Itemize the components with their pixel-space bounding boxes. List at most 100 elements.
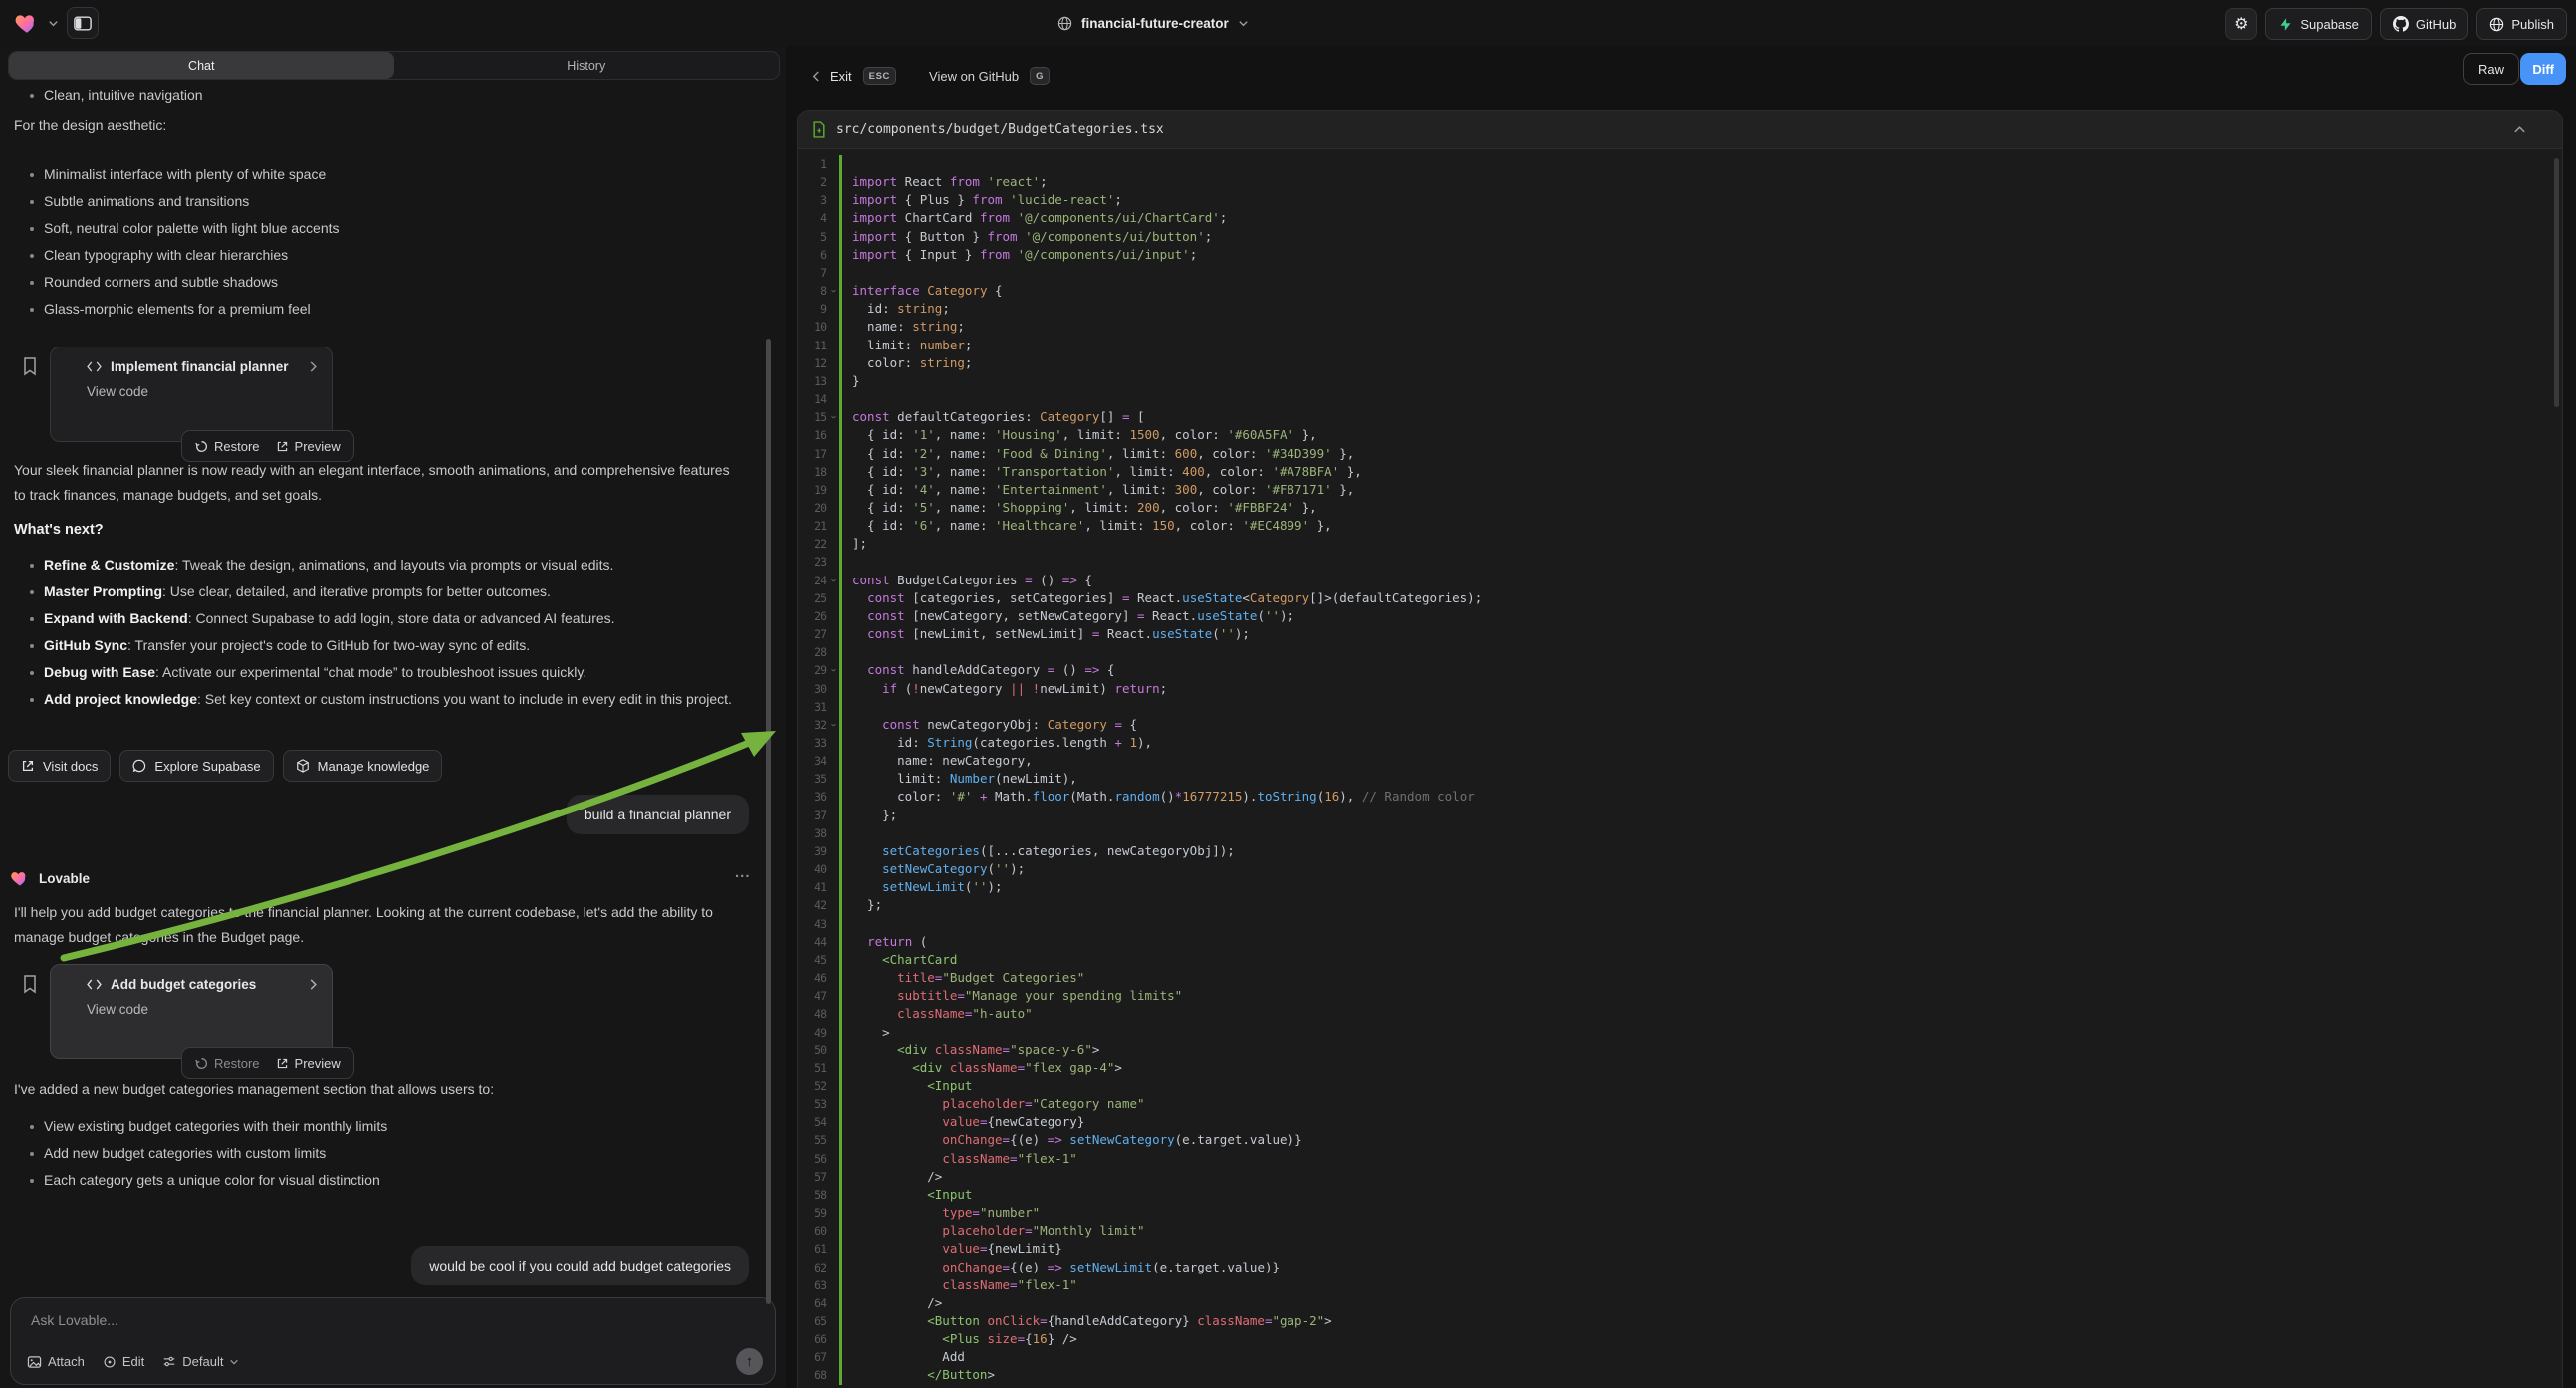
manage-knowledge-button[interactable]: Manage knowledge xyxy=(283,750,443,782)
file-header[interactable]: src/components/budget/BudgetCategories.t… xyxy=(798,111,2562,149)
bullet-text: Clean, intuitive navigation xyxy=(44,82,203,109)
fold-spacer xyxy=(827,300,839,318)
view-code-link[interactable]: View code xyxy=(87,1002,318,1017)
fold-spacer xyxy=(827,354,839,372)
code-text: id: string; xyxy=(842,300,950,318)
version-card-add-budget-categories[interactable]: Add budget categories View code xyxy=(50,964,333,1059)
send-button[interactable]: ↑ xyxy=(736,1348,763,1375)
code-line: 67 Add xyxy=(798,1348,2562,1366)
code-line: 5import { Button } from '@/components/ui… xyxy=(798,228,2562,246)
fold-chevron-icon[interactable]: › xyxy=(827,661,839,679)
fold-chevron-icon[interactable]: › xyxy=(827,282,839,300)
line-number: 52 xyxy=(798,1077,827,1095)
restore-label: Restore xyxy=(214,439,260,454)
whats-next-text: Debug with Ease: Activate our experiment… xyxy=(44,659,586,686)
bullet-text: Subtle animations and transitions xyxy=(44,188,249,215)
exit-button[interactable]: Exit xyxy=(830,69,852,84)
esc-key-badge: esc xyxy=(863,67,896,85)
bullet-item: Subtle animations and transitions xyxy=(0,188,757,215)
code-text xyxy=(842,264,860,282)
line-number: 18 xyxy=(798,463,827,481)
code-text: color: string; xyxy=(842,354,972,372)
bullet-item: Glass-morphic elements for a premium fee… xyxy=(0,296,757,323)
version-card-title: Add budget categories xyxy=(111,977,300,992)
code-line: 17 { id: '2', name: 'Food & Dining', lim… xyxy=(798,445,2562,463)
fold-spacer xyxy=(827,915,839,933)
line-number: 15 xyxy=(798,408,827,426)
raw-toggle-button[interactable]: Raw xyxy=(2463,53,2519,85)
restore-button[interactable]: Restore xyxy=(195,1056,260,1071)
line-number: 38 xyxy=(798,824,827,842)
chevron-right-icon[interactable] xyxy=(309,360,318,373)
fold-spacer xyxy=(827,155,839,173)
explore-supabase-button[interactable]: Explore Supabase xyxy=(119,750,273,782)
line-number: 48 xyxy=(798,1005,827,1023)
code-text: interface Category { xyxy=(842,282,1003,300)
fold-spacer xyxy=(827,1150,839,1168)
diff-toggle-button[interactable]: Diff xyxy=(2520,53,2566,85)
attach-button[interactable]: Attach xyxy=(27,1354,85,1369)
fold-chevron-icon[interactable]: › xyxy=(827,716,839,734)
sliders-icon xyxy=(162,1355,176,1368)
publish-button[interactable]: Publish xyxy=(2476,8,2567,40)
code-line: 28 xyxy=(798,643,2562,661)
line-number: 47 xyxy=(798,987,827,1005)
code-line: 7 xyxy=(798,264,2562,282)
code-editor[interactable]: 1 2import React from 'react';3import { P… xyxy=(798,149,2562,1385)
chat-scrollbar[interactable] xyxy=(766,339,771,1304)
supabase-button[interactable]: Supabase xyxy=(2265,8,2372,40)
code-line: 3import { Plus } from 'lucide-react'; xyxy=(798,191,2562,209)
code-line: 33 id: String(categories.length + 1), xyxy=(798,734,2562,752)
chevron-right-icon[interactable] xyxy=(309,978,318,991)
assistant-name: Lovable xyxy=(39,871,90,886)
preview-button[interactable]: Preview xyxy=(276,1056,341,1071)
fold-spacer xyxy=(827,788,839,806)
bullet-dot xyxy=(30,671,34,675)
line-number: 68 xyxy=(798,1366,827,1384)
edit-button[interactable]: Edit xyxy=(103,1354,144,1369)
settings-gear-button[interactable]: ⚙ xyxy=(2225,8,2257,40)
bullet-text: Each category gets a unique color for vi… xyxy=(44,1167,380,1194)
line-number: 39 xyxy=(798,842,827,860)
code-scrollbar[interactable] xyxy=(2554,158,2559,407)
bookmark-icon[interactable] xyxy=(22,356,38,376)
preview-label: Preview xyxy=(295,439,341,454)
bullet-dot xyxy=(30,200,34,204)
lovable-heart-logo[interactable] xyxy=(14,10,40,36)
line-number: 50 xyxy=(798,1041,827,1059)
restore-button[interactable]: Restore xyxy=(195,439,260,454)
code-line: 47 subtitle="Manage your spending limits… xyxy=(798,987,2562,1005)
fold-chevron-icon[interactable]: › xyxy=(827,572,839,589)
toggle-sidebar-button[interactable] xyxy=(67,7,99,39)
version-card-implement-financial-planner[interactable]: Implement financial planner View code xyxy=(50,347,333,442)
workspace-chevron-down-icon[interactable] xyxy=(48,18,59,29)
preview-button[interactable]: Preview xyxy=(276,439,341,454)
view-on-github-button[interactable]: View on GitHub xyxy=(929,69,1019,84)
code-line: 10 name: string; xyxy=(798,318,2562,336)
code-line: 12 color: string; xyxy=(798,354,2562,372)
code-text: limit: number; xyxy=(842,337,972,354)
tab-history[interactable]: History xyxy=(394,52,780,79)
tab-chat[interactable]: Chat xyxy=(9,52,394,79)
code-text xyxy=(842,155,860,173)
visit-docs-button[interactable]: Visit docs xyxy=(8,750,111,782)
fold-spacer xyxy=(827,1366,839,1384)
fold-spacer xyxy=(827,625,839,643)
bookmark-icon[interactable] xyxy=(22,974,38,994)
code-text: placeholder="Monthly limit" xyxy=(842,1222,1145,1240)
github-button[interactable]: GitHub xyxy=(2380,8,2468,40)
code-line: 36 color: '#' + Math.floor(Math.random()… xyxy=(798,788,2562,806)
collapse-chevron-up-icon[interactable] xyxy=(2513,125,2526,134)
code-text xyxy=(842,643,860,661)
fold-spacer xyxy=(827,680,839,698)
code-text: color: '#' + Math.floor(Math.random()*16… xyxy=(842,788,1475,806)
project-switcher[interactable]: financial-future-creator xyxy=(1057,0,1249,46)
code-text: import React from 'react'; xyxy=(842,173,1048,191)
model-select[interactable]: Default xyxy=(162,1354,239,1369)
bullet-dot xyxy=(30,1179,34,1183)
view-code-link[interactable]: View code xyxy=(87,384,318,399)
fold-chevron-icon[interactable]: › xyxy=(827,408,839,426)
message-menu-button[interactable]: ... xyxy=(735,864,751,881)
composer[interactable]: Ask Lovable... Attach Edit Default ↑ xyxy=(10,1297,776,1385)
back-chevron-icon[interactable] xyxy=(812,70,820,83)
